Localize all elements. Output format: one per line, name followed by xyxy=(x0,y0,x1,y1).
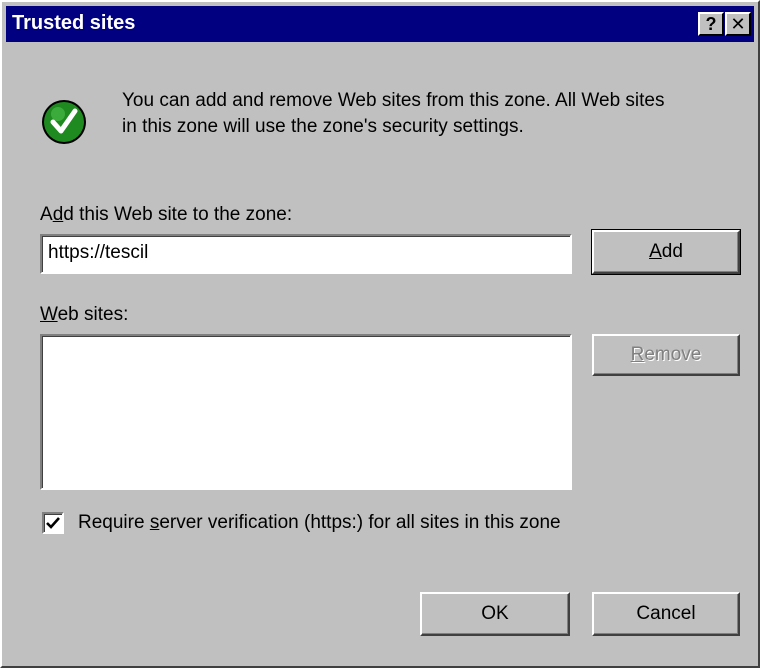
require-verification-checkbox[interactable] xyxy=(42,512,64,534)
remove-button-accel: R xyxy=(630,344,645,365)
verification-label-post: erver verification (https:) for all site… xyxy=(159,512,561,533)
web-sites-label-rest: eb sites: xyxy=(57,304,129,325)
remove-button-rest: emove xyxy=(644,344,702,365)
add-button-rest: dd xyxy=(661,241,683,262)
close-button[interactable]: ✕ xyxy=(725,12,751,36)
web-sites-label: Web sites: xyxy=(40,304,128,326)
checkmark-icon xyxy=(46,517,60,529)
intro-line-2: in this zone will use the zone's securit… xyxy=(122,116,524,137)
add-button-accel: A xyxy=(649,241,662,262)
add-button[interactable]: Add xyxy=(591,229,741,275)
help-icon: ? xyxy=(705,14,717,34)
close-icon: ✕ xyxy=(730,14,746,34)
verification-label-accel: s xyxy=(149,512,160,533)
add-site-label: Add this Web site to the zone: xyxy=(40,204,292,226)
web-sites-list[interactable] xyxy=(40,334,572,490)
ok-button-label: OK xyxy=(481,603,509,624)
site-url-input[interactable]: https://tescil xyxy=(40,234,572,274)
require-verification-label[interactable]: Require server verification (https:) for… xyxy=(78,512,561,534)
remove-button[interactable]: Remove xyxy=(592,334,740,376)
intro-text: You can add and remove Web sites from th… xyxy=(122,88,742,140)
green-check-shield-icon xyxy=(42,100,86,144)
cancel-button-label: Cancel xyxy=(636,603,696,624)
trusted-sites-dialog: Trusted sites ? ✕ You can add and remove… xyxy=(0,0,760,668)
web-sites-label-accel: W xyxy=(40,304,58,325)
add-site-label-accel: d xyxy=(52,204,64,225)
help-button[interactable]: ? xyxy=(698,12,724,36)
verification-label-pre: Require xyxy=(78,512,150,533)
add-site-label-pre: A xyxy=(40,204,53,225)
intro-line-1: You can add and remove Web sites from th… xyxy=(122,90,665,111)
cancel-button[interactable]: Cancel xyxy=(592,592,740,636)
add-site-label-post: d this Web site to the zone: xyxy=(63,204,293,225)
window-title: Trusted sites xyxy=(12,12,136,34)
site-url-value: https://tescil xyxy=(48,242,149,263)
ok-button[interactable]: OK xyxy=(420,592,570,636)
title-bar[interactable]: Trusted sites ? ✕ xyxy=(6,6,754,42)
